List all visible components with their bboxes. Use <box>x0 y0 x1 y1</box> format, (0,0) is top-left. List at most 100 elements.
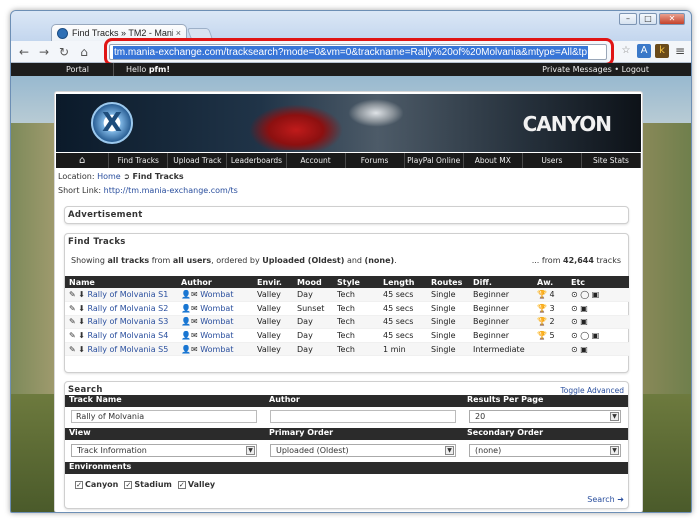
browser-tab[interactable]: Find Tracks » TM2 - Mani × <box>51 24 187 41</box>
chevron-down-icon: ▼ <box>246 446 255 455</box>
award-icon: 🏆 <box>537 290 547 300</box>
mail-icon[interactable]: ✉ <box>191 304 198 313</box>
new-tab-button[interactable] <box>186 28 214 40</box>
star-icon[interactable]: ☆ <box>619 44 633 58</box>
minimize-button[interactable]: – <box>619 13 637 25</box>
env-valley[interactable]: ✓ Valley <box>177 480 216 489</box>
etc-icons[interactable]: ⊙ ◯ ▣ <box>571 331 599 340</box>
address-bar[interactable]: tm.mania-exchange.com/tracksearch?mode=0… <box>109 44 607 60</box>
download-icon[interactable]: ⬇ <box>78 317 85 326</box>
results-per-page-select[interactable]: 20 ▼ <box>469 410 621 423</box>
nav-about[interactable]: About MX <box>464 153 523 168</box>
extension-icon[interactable]: k <box>655 44 669 58</box>
home-icon[interactable]: ⌂ <box>77 45 91 59</box>
nav-account[interactable]: Account <box>287 153 346 168</box>
author-link[interactable]: Wombat <box>200 317 233 326</box>
close-window-button[interactable]: ✕ <box>659 13 685 25</box>
track-name-link[interactable]: Rally of Molvania S1 <box>88 290 169 299</box>
track-name-link[interactable]: Rally of Molvania S4 <box>88 331 169 340</box>
edit-icon[interactable]: ✎ <box>69 290 76 299</box>
track-name-link[interactable]: Rally of Molvania S5 <box>88 345 169 354</box>
breadcrumb-home[interactable]: Home <box>97 172 121 181</box>
mail-icon[interactable]: ✉ <box>191 317 198 326</box>
nav-home-icon[interactable]: ⌂ <box>56 153 110 168</box>
download-icon[interactable]: ⬇ <box>78 304 85 313</box>
mail-icon[interactable]: ✉ <box>191 290 198 299</box>
col-name[interactable]: Name <box>65 276 177 288</box>
user-icon: 👤 <box>181 290 191 300</box>
etc-icons[interactable]: ⊙ ▣ <box>571 304 588 313</box>
short-link: Short Link: http://tm.mania-exchange.com… <box>58 186 238 195</box>
cell-diff: Intermediate <box>473 344 525 354</box>
author-link[interactable]: Wombat <box>200 304 233 313</box>
edit-icon[interactable]: ✎ <box>69 345 76 354</box>
col-length[interactable]: Length <box>379 276 427 288</box>
messages-logout[interactable]: Private Messages • Logout <box>542 65 649 74</box>
download-icon[interactable]: ⬇ <box>78 290 85 299</box>
edit-icon[interactable]: ✎ <box>69 331 76 340</box>
checkbox-stadium[interactable]: ✓ <box>124 480 133 489</box>
etc-icons[interactable]: ⊙ ◯ ▣ <box>571 290 599 299</box>
nav-playpal[interactable]: PlayPal Online <box>405 153 464 168</box>
download-icon[interactable]: ⬇ <box>78 331 85 340</box>
nav-leaderboards[interactable]: Leaderboards <box>227 153 287 168</box>
env-stadium[interactable]: ✓ Stadium <box>124 480 172 489</box>
checkbox-valley[interactable]: ✓ <box>177 480 186 489</box>
cell-routes: Single <box>431 331 456 341</box>
track-name-link[interactable]: Rally of Molvania S3 <box>88 317 169 326</box>
author-link[interactable]: Wombat <box>200 345 233 354</box>
mail-icon[interactable]: ✉ <box>191 331 198 340</box>
author-input[interactable] <box>270 410 456 423</box>
mx-logo[interactable]: X <box>91 102 133 144</box>
cell-env: Valley <box>257 344 281 354</box>
divider <box>112 63 114 76</box>
back-icon[interactable]: ← <box>17 45 31 59</box>
edit-icon[interactable]: ✎ <box>69 304 76 313</box>
col-author[interactable]: Author <box>177 276 253 288</box>
forward-icon[interactable]: → <box>37 45 51 59</box>
advertisement-title: Advertisement <box>68 210 143 220</box>
label-secondary-order: Secondary Order <box>467 428 544 437</box>
author-link[interactable]: Wombat <box>200 290 233 299</box>
secondary-order-select[interactable]: (none) ▼ <box>469 444 621 457</box>
menu-icon[interactable]: ≡ <box>673 44 687 58</box>
short-link-url[interactable]: http://tm.mania-exchange.com/ts <box>104 186 238 195</box>
etc-icons[interactable]: ⊙ ▣ <box>571 345 588 354</box>
col-mood[interactable]: Mood <box>293 276 333 288</box>
username[interactable]: pfm! <box>149 65 170 74</box>
col-style[interactable]: Style <box>333 276 379 288</box>
nav-forums[interactable]: Forums <box>346 153 405 168</box>
search-button[interactable]: Search ➜ <box>587 495 624 504</box>
tab-close-icon[interactable]: × <box>176 28 181 38</box>
view-select[interactable]: Track Information ▼ <box>71 444 257 457</box>
nav-users[interactable]: Users <box>523 153 582 168</box>
primary-order-select[interactable]: Uploaded (Oldest) ▼ <box>270 444 456 457</box>
author-link[interactable]: Wombat <box>200 331 233 340</box>
env-canyon-label: Canyon <box>85 480 119 489</box>
track-name-link[interactable]: Rally of Molvania S2 <box>88 304 169 313</box>
env-canyon[interactable]: ✓ Canyon <box>75 480 118 489</box>
breadcrumb-current: Find Tracks <box>132 172 184 181</box>
cell-routes: Single <box>431 303 456 313</box>
edit-icon[interactable]: ✎ <box>69 317 76 326</box>
maximize-button[interactable]: □ <box>639 13 657 25</box>
mail-icon[interactable]: ✉ <box>191 345 198 354</box>
reload-icon[interactable]: ↻ <box>57 45 71 59</box>
short-link-label: Short Link: <box>58 186 104 195</box>
toggle-advanced-link[interactable]: Toggle Advanced <box>560 386 624 395</box>
nav-site-stats[interactable]: Site Stats <box>582 153 641 168</box>
checkbox-canyon[interactable]: ✓ <box>75 480 83 489</box>
download-icon[interactable]: ⬇ <box>78 345 85 354</box>
col-awards[interactable]: Aw. <box>533 276 567 288</box>
etc-icons[interactable]: ⊙ ▣ <box>571 317 588 326</box>
nav-find-tracks[interactable]: Find Tracks <box>109 153 169 168</box>
env-valley-label: Valley <box>187 480 216 489</box>
col-routes[interactable]: Routes <box>427 276 469 288</box>
col-diff[interactable]: Diff. <box>469 276 533 288</box>
translate-icon[interactable]: A <box>637 44 651 58</box>
portal-link[interactable]: Portal <box>66 65 89 74</box>
nav-upload-track[interactable]: Upload Track <box>168 153 228 168</box>
cell-style: Tech <box>337 303 355 313</box>
col-envir[interactable]: Envir. <box>253 276 293 288</box>
track-name-input[interactable]: Rally of Molvania <box>71 410 257 423</box>
